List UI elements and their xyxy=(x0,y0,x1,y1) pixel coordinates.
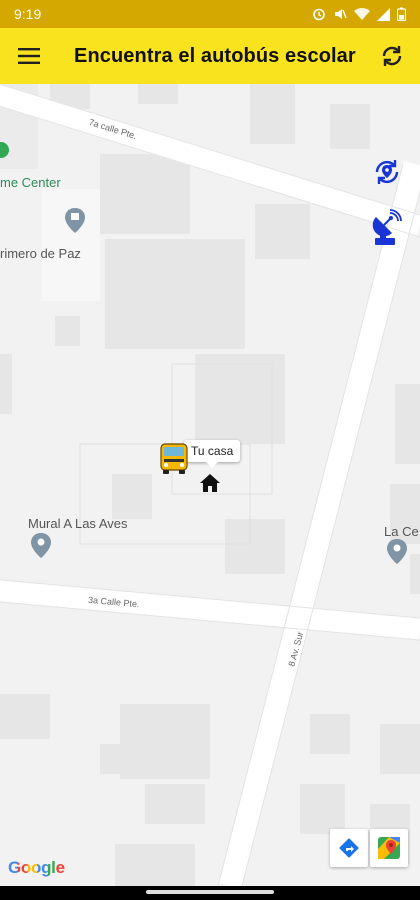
alarm-icon xyxy=(313,8,325,21)
wifi-icon xyxy=(354,7,370,21)
recenter-location-button[interactable] xyxy=(367,152,407,192)
refresh-icon xyxy=(382,46,402,66)
menu-button[interactable] xyxy=(0,28,58,84)
page-title: Encuentra el autobús escolar xyxy=(74,44,356,67)
refresh-button[interactable] xyxy=(364,28,420,84)
directions-button[interactable] xyxy=(330,829,368,867)
home-label: Tu casa xyxy=(191,444,234,458)
school-bus-icon[interactable] xyxy=(159,442,189,476)
google-maps-icon xyxy=(378,837,400,859)
status-time: 9:19 xyxy=(14,6,42,22)
menu-icon xyxy=(18,48,40,64)
app-bar: Encuentra el autobús escolar xyxy=(0,28,420,84)
map-view[interactable]: me Center rimero de Paz Mural A Las Aves… xyxy=(0,84,420,886)
poi-label-primero-de-paz[interactable]: rimero de Paz xyxy=(0,246,81,261)
poi-label-la-ce[interactable]: La Ce xyxy=(384,524,419,539)
mute-icon xyxy=(335,9,347,19)
recenter-location-icon xyxy=(375,160,399,184)
google-attribution: Google xyxy=(8,858,65,877)
home-info-window[interactable]: Tu casa xyxy=(184,440,241,468)
battery-icon xyxy=(397,7,406,21)
google-logo: Google xyxy=(8,858,65,878)
satellite-dish-icon xyxy=(372,209,402,245)
status-bar: 9:19 xyxy=(0,0,420,28)
open-google-maps-button[interactable] xyxy=(370,829,408,867)
poi-label-mural[interactable]: Mural A Las Aves xyxy=(28,516,128,531)
poi-label-home-center[interactable]: me Center xyxy=(0,175,61,190)
status-icons xyxy=(312,7,406,21)
home-icon[interactable] xyxy=(199,473,221,493)
home-gesture-handle[interactable] xyxy=(146,890,274,894)
satellite-view-button[interactable] xyxy=(367,208,407,248)
system-nav-bar xyxy=(0,886,420,900)
directions-icon xyxy=(339,838,359,858)
signal-icon xyxy=(377,7,390,21)
